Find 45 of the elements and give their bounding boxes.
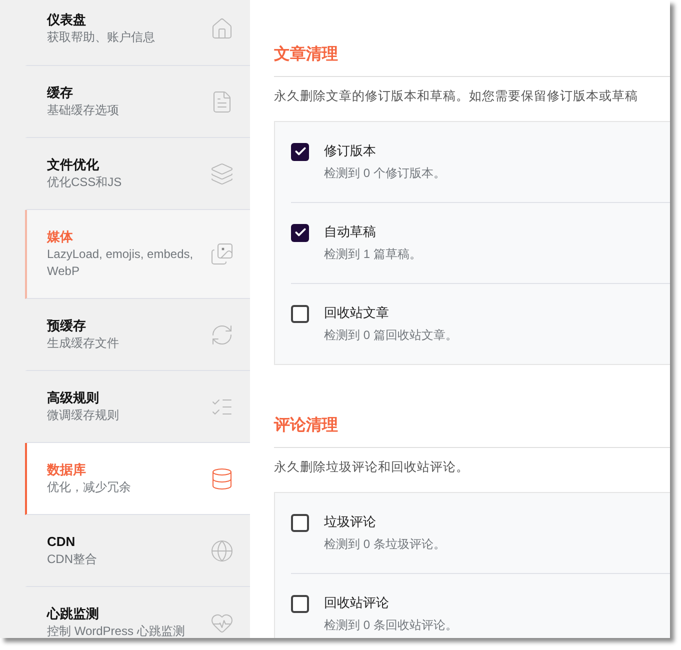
- section-description: 永久删除垃圾评论和回收站评论。: [274, 458, 470, 476]
- checkbox[interactable]: [291, 224, 309, 242]
- option-detail: 检测到 1 篇草稿。: [324, 246, 422, 263]
- item-subtitle: 获取帮助、账户信息: [47, 29, 156, 46]
- item-title: 缓存: [47, 84, 74, 102]
- option-detail: 检测到 0 条垃圾评论。: [324, 536, 446, 552]
- section-title: 评论清理: [274, 414, 670, 448]
- item-title: 高级规则: [47, 389, 100, 407]
- checkbox[interactable]: [291, 142, 309, 161]
- option-label: 回收站文章: [324, 304, 390, 322]
- item-subtitle: 优化CSS和JS: [47, 174, 123, 191]
- item-title: 数据库: [47, 461, 87, 479]
- item-title: 文件优化: [47, 156, 100, 174]
- item-subtitle: 优化，减少冗余: [47, 479, 132, 496]
- refresh-icon: [210, 322, 234, 346]
- item-subtitle: 微调缓存规则: [47, 407, 120, 424]
- item-title: 仪表盘: [47, 11, 87, 29]
- option-label: 回收站评论: [324, 594, 390, 612]
- layers-icon: [210, 162, 234, 186]
- section-title: 文章清理: [274, 44, 670, 77]
- checkbox[interactable]: [291, 304, 309, 323]
- checkbox[interactable]: [291, 594, 309, 612]
- item-subtitle: LazyLoad, emojis, embeds, WebP: [47, 246, 194, 280]
- option-detail: 检测到 0 篇回收站文章。: [324, 326, 458, 344]
- option-label: 自动草稿: [324, 222, 377, 241]
- option-detail: 检测到 0 条回收站评论。: [324, 616, 458, 634]
- home-icon: [210, 16, 234, 40]
- item-subtitle: 生成缓存文件: [47, 335, 120, 352]
- option-detail: 检测到 0 个修订版本。: [324, 164, 446, 182]
- item-subtitle: 控制 WordPress 心跳监测: [47, 623, 186, 638]
- database-icon: [210, 466, 234, 490]
- globe-icon: [210, 538, 234, 562]
- item-title: 媒体: [47, 228, 74, 246]
- option-label: 修订版本: [324, 142, 377, 160]
- sidebar-item[interactable]: 数据库 优化，减少冗余: [25, 443, 250, 515]
- checkbox[interactable]: [291, 514, 309, 532]
- item-subtitle: 基础缓存选项: [47, 102, 120, 119]
- sidebar-item[interactable]: 媒体 LazyLoad, emojis, embeds, WebP: [25, 210, 250, 299]
- item-subtitle: CDN整合: [47, 551, 98, 568]
- section-description: 永久删除文章的修订版本和草稿。如您需要保留修订版本或草稿: [274, 88, 639, 105]
- item-title: CDN: [47, 533, 76, 551]
- item-title: 预缓存: [47, 317, 87, 335]
- images-icon: [210, 242, 234, 266]
- item-title: 心跳监测: [47, 605, 100, 623]
- option-label: 垃圾评论: [324, 512, 377, 530]
